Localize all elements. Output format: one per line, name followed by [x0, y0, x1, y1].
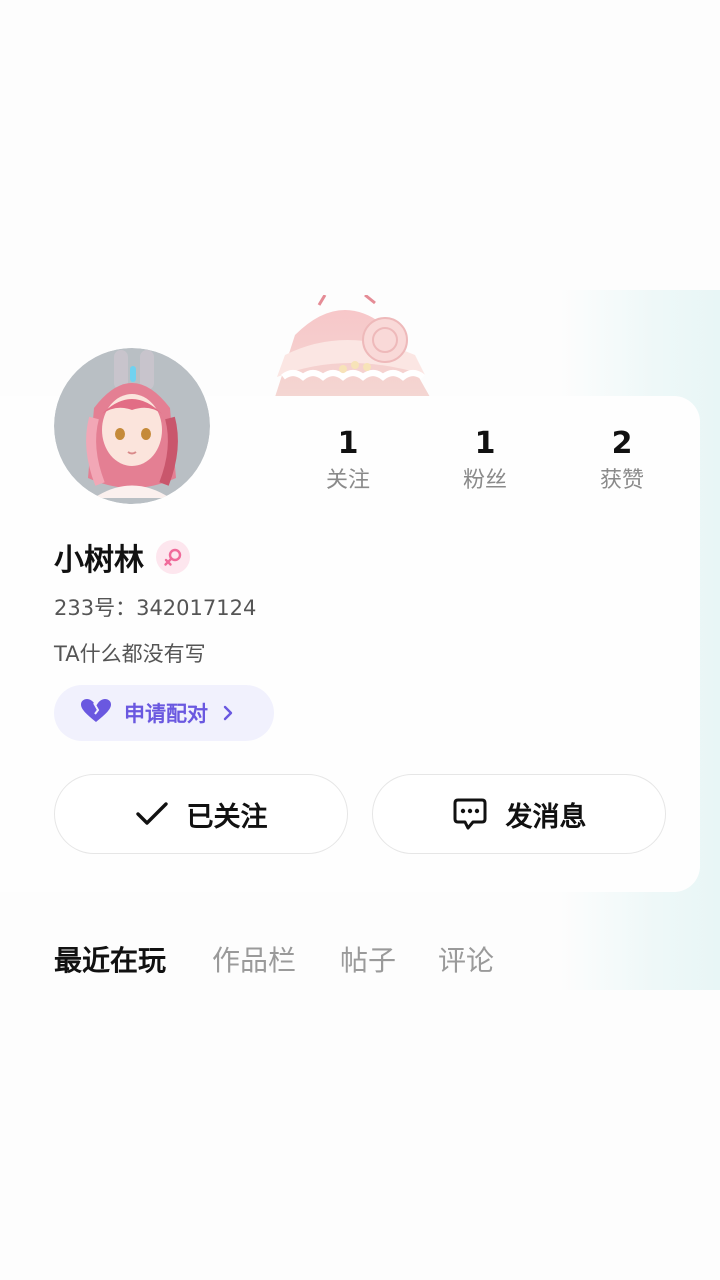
user-bio: TA什么都没有写 [54, 642, 206, 666]
tab-comments[interactable]: 评论 [438, 938, 494, 984]
chevron-right-icon [222, 704, 234, 722]
send-message-label: 发消息 [505, 801, 587, 833]
stat-followers-value: 1 [474, 426, 496, 461]
chat-bubble-icon [452, 797, 488, 831]
followed-button[interactable]: 已关注 [54, 774, 348, 854]
stat-followers[interactable]: 1 粉丝 [420, 424, 550, 496]
heart-icon [80, 698, 112, 728]
stat-likes-value: 2 [611, 426, 633, 461]
tab-recently-played[interactable]: 最近在玩 [54, 938, 166, 984]
stat-following[interactable]: 1 关注 [283, 424, 413, 496]
female-icon [156, 540, 190, 574]
stat-likes[interactable]: 2 获赞 [557, 424, 687, 496]
avatar-image [54, 348, 210, 504]
tab-posts[interactable]: 帖子 [340, 938, 396, 984]
check-icon [135, 801, 169, 827]
banner-illustration [215, 295, 475, 397]
name-row: 小树林 [54, 534, 190, 580]
stat-followers-label: 粉丝 [462, 468, 507, 493]
avatar[interactable] [54, 348, 210, 504]
stat-likes-label: 获赞 [599, 468, 644, 493]
tab-works[interactable]: 作品栏 [212, 938, 296, 984]
user-id: 233号：342017124 [54, 596, 257, 620]
apply-pair-label: 申请配对 [124, 702, 208, 726]
user-name: 小树林 [54, 543, 144, 578]
send-message-button[interactable]: 发消息 [372, 774, 666, 854]
stats-bar: 1 关注 1 粉丝 2 获赞 [280, 424, 690, 504]
apply-pair-button[interactable]: 申请配对 [54, 685, 274, 741]
stat-following-value: 1 [337, 426, 359, 461]
followed-label: 已关注 [186, 801, 268, 833]
stat-following-label: 关注 [325, 468, 370, 493]
